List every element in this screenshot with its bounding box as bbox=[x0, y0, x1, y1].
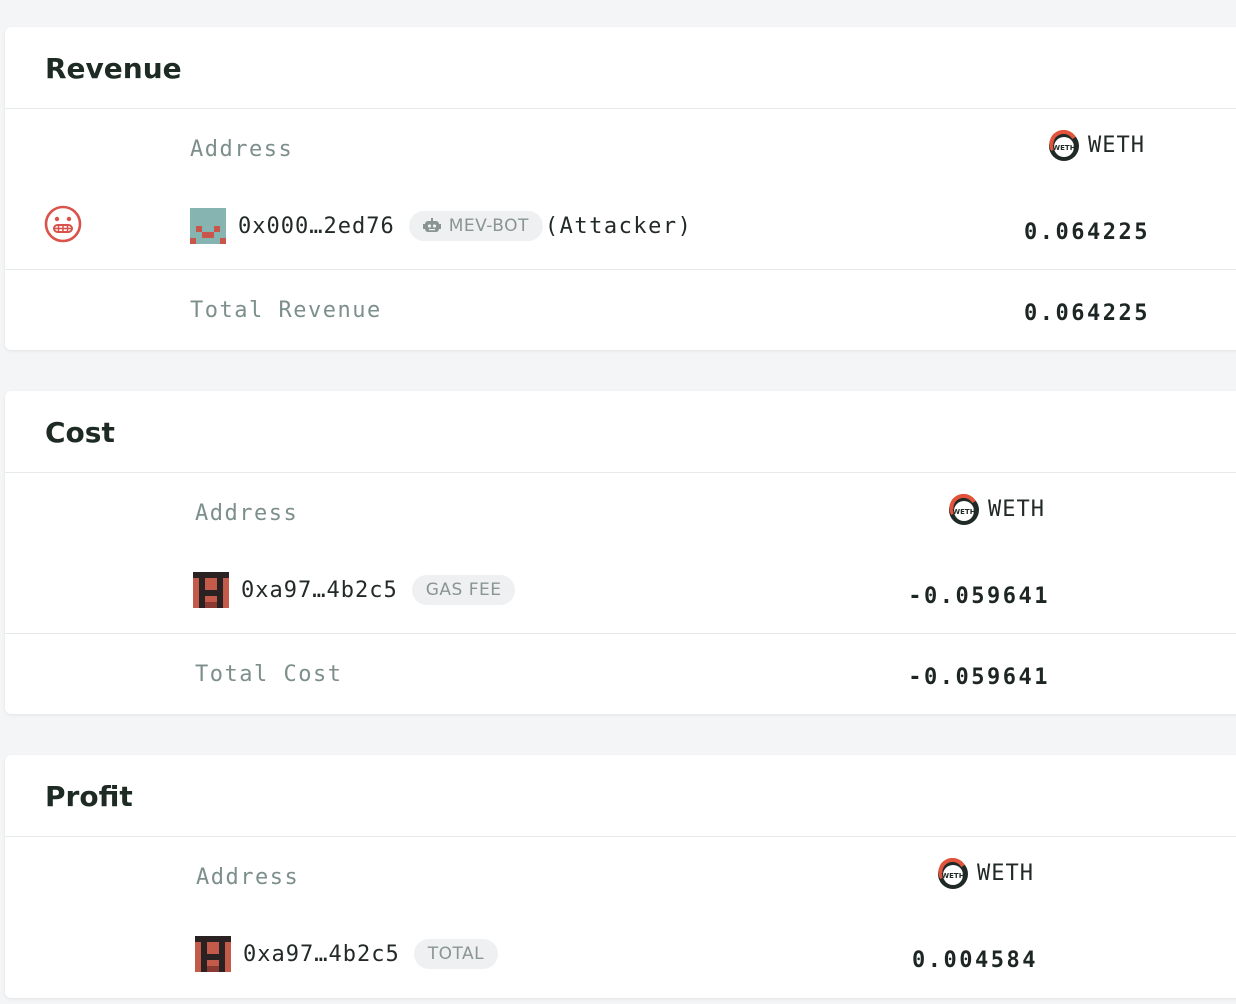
address-column-header: Address bbox=[190, 137, 294, 162]
weth-token-icon: WETH bbox=[949, 494, 979, 525]
address-column-header: Address bbox=[196, 865, 300, 890]
address-column-header: Address bbox=[195, 501, 299, 526]
weth-label: WETH bbox=[1088, 133, 1145, 158]
address-link[interactable]: 0xa97…4b2c5 bbox=[241, 578, 398, 603]
weth-column-header: WETH WETH bbox=[937, 858, 1034, 890]
weth-label: WETH bbox=[988, 497, 1045, 522]
identicon-avatar bbox=[193, 572, 229, 608]
weth-column-header: WETH WETH bbox=[948, 494, 1045, 526]
divider bbox=[5, 633, 1236, 634]
identicon-avatar bbox=[195, 936, 231, 972]
divider bbox=[5, 472, 1236, 473]
weth-token-icon: WETH bbox=[938, 858, 968, 889]
total-revenue-label: Total Revenue bbox=[190, 298, 382, 323]
robot-icon bbox=[422, 218, 441, 232]
gas-fee-badge: GAS FEE bbox=[411, 575, 516, 605]
revenue-title: Revenue bbox=[45, 52, 182, 85]
profit-card: Profit Address WETH WETH 0xa97…4b2c5 TOT… bbox=[5, 755, 1236, 998]
badge-label: MEV-BOT bbox=[448, 216, 529, 236]
revenue-address-row: 0x000…2ed76 MEV-BOT (Attacker) bbox=[190, 208, 692, 244]
mev-bot-badge: MEV-BOT bbox=[408, 211, 543, 241]
profit-amount: 0.004584 bbox=[912, 948, 1038, 973]
cost-title: Cost bbox=[45, 416, 115, 449]
role-label: (Attacker) bbox=[544, 213, 693, 239]
address-link[interactable]: 0x000…2ed76 bbox=[238, 214, 395, 239]
grimacing-face-icon bbox=[44, 205, 82, 243]
cost-card: Cost Address WETH WETH 0xa97…4b2c5 GAS F… bbox=[5, 391, 1236, 714]
total-revenue-amount: 0.064225 bbox=[1024, 301, 1150, 326]
svg-text:WETH: WETH bbox=[941, 872, 964, 880]
badge-label: GAS FEE bbox=[425, 580, 502, 600]
cost-address-row: 0xa97…4b2c5 GAS FEE bbox=[193, 572, 516, 608]
profit-title: Profit bbox=[45, 780, 133, 813]
address-link[interactable]: 0xa97…4b2c5 bbox=[243, 942, 400, 967]
svg-text:WETH: WETH bbox=[952, 508, 975, 516]
divider bbox=[5, 836, 1236, 837]
divider bbox=[5, 269, 1236, 270]
badge-label: TOTAL bbox=[427, 944, 485, 964]
revenue-card: Revenue Address WETH WETH 0x000…2ed76 ME… bbox=[5, 27, 1236, 350]
weth-token-icon: WETH bbox=[1049, 130, 1079, 161]
weth-label: WETH bbox=[977, 861, 1034, 886]
divider bbox=[5, 108, 1236, 109]
revenue-amount: 0.064225 bbox=[1024, 220, 1150, 245]
profit-address-row: 0xa97…4b2c5 TOTAL bbox=[195, 936, 499, 972]
weth-column-header: WETH WETH bbox=[1048, 130, 1145, 162]
identicon-avatar bbox=[190, 208, 226, 244]
total-badge: TOTAL bbox=[413, 939, 499, 969]
total-cost-label: Total Cost bbox=[195, 662, 343, 687]
svg-text:WETH: WETH bbox=[1052, 144, 1075, 152]
total-cost-amount: -0.059641 bbox=[908, 665, 1050, 690]
cost-amount: -0.059641 bbox=[908, 584, 1050, 609]
